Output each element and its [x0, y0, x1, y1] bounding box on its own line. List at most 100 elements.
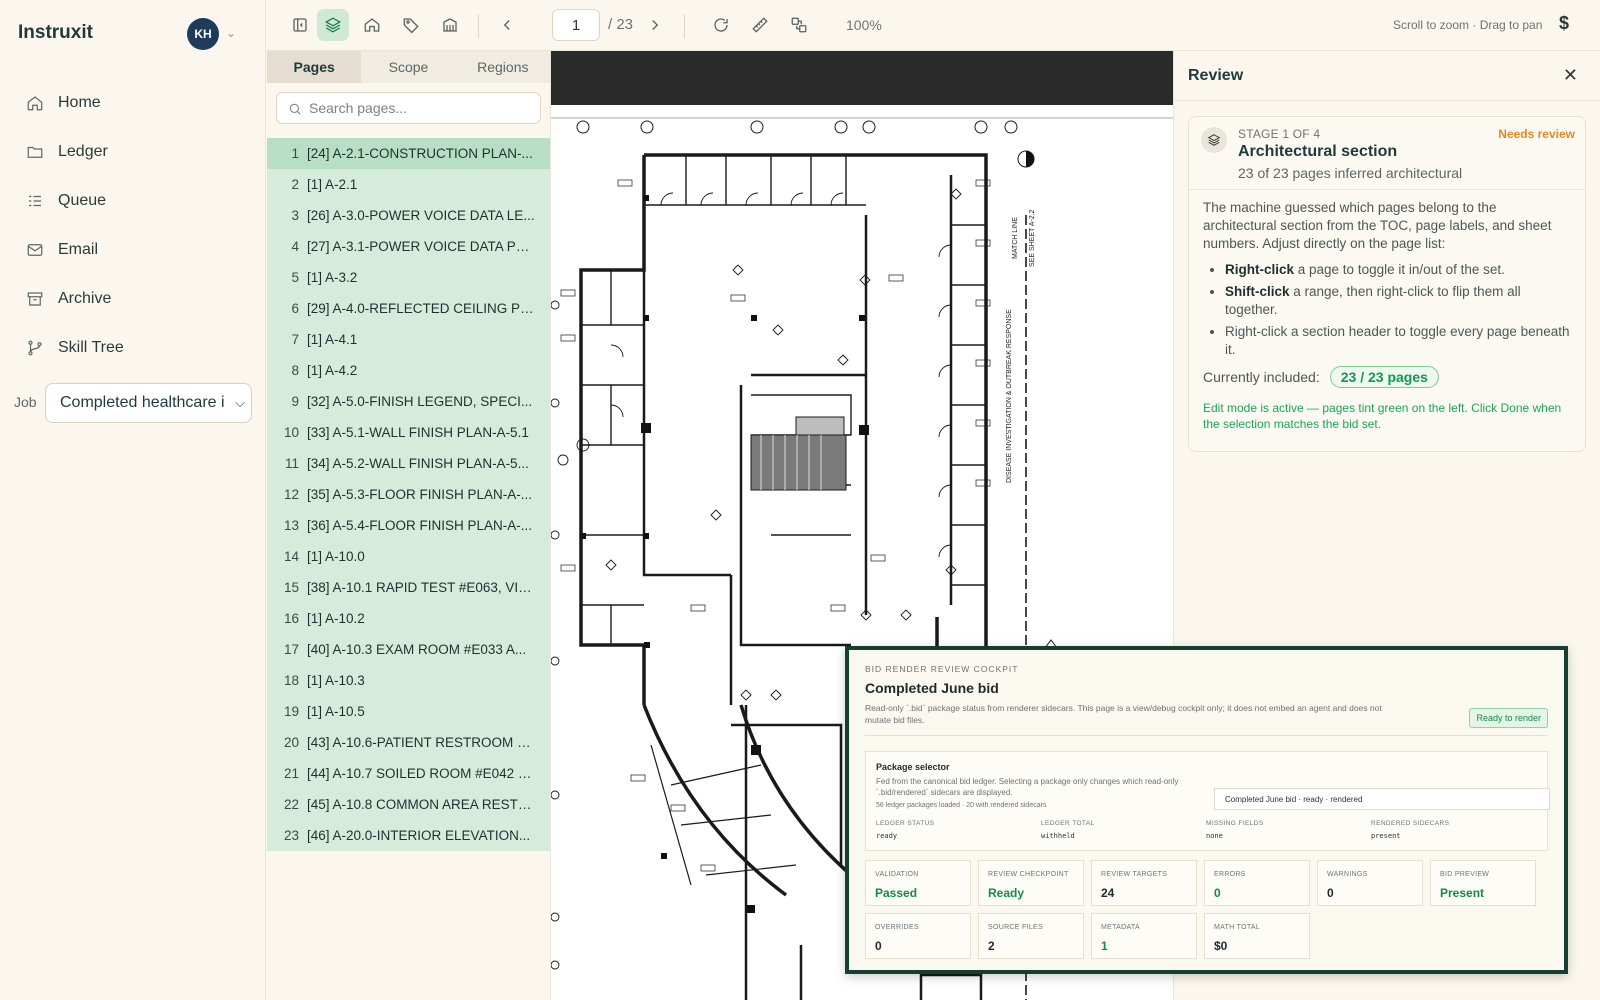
page-number: 8: [291, 363, 299, 378]
package-select[interactable]: Completed June bid · ready · rendered: [1214, 788, 1550, 810]
tab-pages[interactable]: Pages: [267, 51, 362, 83]
page-list-item[interactable]: 13 [36] A-5.4-FLOOR FINISH PLAN-A-...: [267, 510, 550, 541]
page-number: 14: [283, 549, 299, 564]
page-list-item[interactable]: 2 [1] A-2.1: [267, 169, 550, 200]
page-list-item[interactable]: 22 [45] A-10.8 COMMON AREA RESTR...: [267, 789, 550, 820]
page-number: 16: [283, 611, 299, 626]
archive-icon: [27, 291, 43, 306]
brand-logo[interactable]: Instruxit: [18, 22, 93, 44]
prev-page-button[interactable]: [491, 9, 523, 41]
sidebar-item-label: Skill Tree: [58, 338, 124, 356]
page-list-item[interactable]: 5 [1] A-3.2: [267, 262, 550, 293]
tab-scope[interactable]: Scope: [361, 51, 455, 83]
building-button[interactable]: [434, 9, 466, 41]
search-pages-input[interactable]: Search pages...: [276, 92, 541, 124]
dollar-icon[interactable]: $: [1559, 13, 1569, 34]
sidebar-item-home[interactable]: Home: [14, 78, 250, 127]
sidebar-item-ledger[interactable]: Ledger: [14, 127, 250, 176]
pan-zoom-hint: Scroll to zoom · Drag to pan: [1393, 18, 1543, 32]
page-list-item[interactable]: 19 [1] A-10.5: [267, 696, 550, 727]
stage-intro: The machine guessed which pages belong t…: [1203, 200, 1552, 251]
job-select[interactable]: Completed healthcare i ⌵: [45, 383, 252, 423]
page-title: [1] A-10.0: [307, 549, 365, 564]
compare-icon: [791, 17, 807, 33]
measure-button[interactable]: [744, 9, 776, 41]
sidebar-item-skill-tree[interactable]: Skill Tree: [14, 323, 250, 372]
stat-card: SOURCE FILES 2: [978, 913, 1084, 959]
page-number: 1: [291, 146, 299, 161]
status-badge: Ready to render: [1469, 708, 1548, 728]
page-title: [27] A-3.1-POWER VOICE DATA PLA...: [307, 239, 535, 254]
page-list-item[interactable]: 4 [27] A-3.1-POWER VOICE DATA PLA...: [267, 231, 550, 262]
page-title: [40] A-10.3 EXAM ROOM #E033 A...: [307, 642, 527, 657]
page-list-item[interactable]: 20 [43] A-10.6-PATIENT RESTROOM #...: [267, 727, 550, 758]
viewer-toolbar: 1 / 23 100% Scroll to zoom · Drag to pan…: [267, 0, 1600, 51]
page-number: 23: [283, 828, 299, 843]
home-button[interactable]: [356, 9, 388, 41]
page-title: [45] A-10.8 COMMON AREA RESTR...: [307, 797, 535, 812]
page-number: 11: [284, 456, 299, 471]
page-number: 21: [283, 766, 299, 781]
home-icon: [364, 18, 380, 32]
tag-button[interactable]: [395, 9, 427, 41]
page-list-item[interactable]: 11 [34] A-5.2-WALL FINISH PLAN-A-5...: [267, 448, 550, 479]
page-list-item[interactable]: 17 [40] A-10.3 EXAM ROOM #E033 A...: [267, 634, 550, 665]
page-list-item[interactable]: 12 [35] A-5.3-FLOOR FINISH PLAN-A-...: [267, 479, 550, 510]
sidebar-item-email[interactable]: Email: [14, 225, 250, 274]
folder-icon: [27, 146, 43, 158]
zoom-level[interactable]: 100%: [846, 17, 882, 33]
toggle-sidebar-button[interactable]: [284, 9, 316, 41]
page-number-input[interactable]: 1: [552, 9, 600, 41]
page-list-item[interactable]: 10 [33] A-5.1-WALL FINISH PLAN-A-5.1: [267, 417, 550, 448]
sidebar-item-queue[interactable]: Queue: [14, 176, 250, 225]
sidebar-item-archive[interactable]: Archive: [14, 274, 250, 323]
page-list-item[interactable]: 15 [38] A-10.1 RAPID TEST #E063, VITA...: [267, 572, 550, 603]
page-number: 17: [283, 642, 299, 657]
compare-button[interactable]: [783, 9, 815, 41]
status-badge: Needs review: [1498, 127, 1575, 141]
package-selector-title: Package selector: [876, 762, 950, 772]
list-item: Right-click a section header to toggle e…: [1225, 323, 1573, 359]
cockpit-title: Completed June bid: [865, 680, 999, 696]
page-list-item[interactable]: 23 [46] A-20.0-INTERIOR ELEVATION...: [267, 820, 550, 851]
page-title: [38] A-10.1 RAPID TEST #E063, VITA...: [307, 580, 535, 595]
search-icon: [289, 103, 301, 115]
tips-list: Right-click a page to toggle it in/out o…: [1203, 261, 1573, 359]
page-list-item[interactable]: 9 [32] A-5.0-FINISH LEGEND, SPECI...: [267, 386, 550, 417]
next-page-button[interactable]: [639, 9, 671, 41]
page-list-item[interactable]: 6 [29] A-4.0-REFLECTED CEILING PL...: [267, 293, 550, 324]
stat-value: 24: [1101, 886, 1115, 900]
page-title: [44] A-10.7 SOILED ROOM #E042 &...: [307, 766, 535, 781]
stat-card: METADATA 1: [1091, 913, 1197, 959]
chevron-down-icon[interactable]: ⌄: [226, 26, 236, 40]
page-list-item[interactable]: 7 [1] A-4.1: [267, 324, 550, 355]
tab-regions[interactable]: Regions: [456, 51, 550, 83]
bid-render-cockpit[interactable]: BID RENDER REVIEW COCKPIT Completed June…: [845, 646, 1568, 974]
layers-button[interactable]: [317, 9, 349, 41]
page-list-item[interactable]: 18 [1] A-10.3: [267, 665, 550, 696]
stage-subtitle: 23 of 23 pages inferred architectural: [1238, 165, 1463, 181]
panel-tabs: Pages Scope Regions: [267, 51, 550, 83]
review-title: Review: [1188, 67, 1244, 84]
avatar[interactable]: KH: [187, 18, 219, 50]
page-list-item[interactable]: 3 [26] A-3.0-POWER VOICE DATA LE...: [267, 200, 550, 231]
page-list-item[interactable]: 16 [1] A-10.2: [267, 603, 550, 634]
page-title: [1] A-3.2: [307, 270, 358, 285]
included-count-badge: 23 / 23 pages: [1329, 366, 1439, 388]
stat-label: OVERRIDES: [875, 924, 919, 931]
page-number: 7: [291, 332, 299, 347]
page-list-item[interactable]: 21 [44] A-10.7 SOILED ROOM #E042 &...: [267, 758, 550, 789]
page-title: [1] A-10.2: [307, 611, 365, 626]
page-list-item[interactable]: 1 [24] A-2.1-CONSTRUCTION PLAN-...: [267, 138, 550, 169]
stat-value: 0: [1327, 886, 1334, 900]
refresh-button[interactable]: [705, 9, 737, 41]
ledger-total-field: LEDGER TOTAL withheld: [1041, 820, 1095, 840]
page-title: [1] A-2.1: [307, 177, 358, 192]
stage-card: STAGE 1 OF 4 Needs review Architectural …: [1188, 116, 1586, 452]
cockpit-kicker: BID RENDER REVIEW COCKPIT: [865, 664, 1019, 674]
page-list-item[interactable]: 8 [1] A-4.2: [267, 355, 550, 386]
stat-label: MATH TOTAL: [1214, 924, 1261, 931]
close-icon[interactable]: ✕: [1563, 65, 1578, 86]
stat-label: REVIEW CHECKPOINT: [988, 871, 1069, 878]
page-list-item[interactable]: 14 [1] A-10.0: [267, 541, 550, 572]
